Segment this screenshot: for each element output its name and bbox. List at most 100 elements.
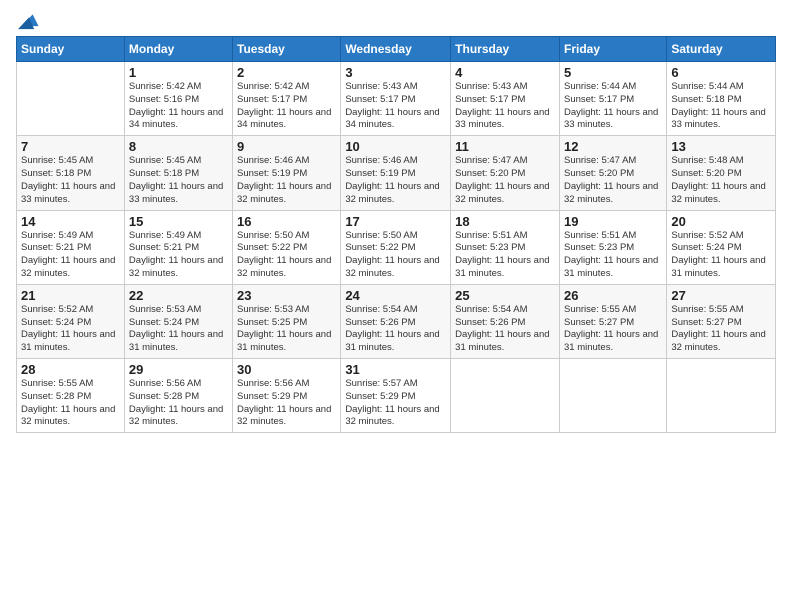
day-number: 28 — [21, 362, 120, 377]
day-info: Sunrise: 5:47 AMSunset: 5:20 PMDaylight:… — [564, 155, 662, 206]
calendar-week-row: 21Sunrise: 5:52 AMSunset: 5:24 PMDayligh… — [17, 284, 776, 358]
day-info: Sunrise: 5:49 AMSunset: 5:21 PMDaylight:… — [21, 230, 120, 281]
day-info: Sunrise: 5:47 AMSunset: 5:20 PMDaylight:… — [455, 155, 555, 206]
day-number: 29 — [129, 362, 228, 377]
day-number: 10 — [345, 139, 446, 154]
day-info: Sunrise: 5:46 AMSunset: 5:19 PMDaylight:… — [237, 155, 336, 206]
calendar-cell: 26Sunrise: 5:55 AMSunset: 5:27 PMDayligh… — [559, 284, 666, 358]
day-number: 2 — [237, 65, 336, 80]
calendar-cell: 2Sunrise: 5:42 AMSunset: 5:17 PMDaylight… — [233, 62, 341, 136]
calendar-week-row: 7Sunrise: 5:45 AMSunset: 5:18 PMDaylight… — [17, 136, 776, 210]
calendar-cell: 8Sunrise: 5:45 AMSunset: 5:18 PMDaylight… — [124, 136, 232, 210]
calendar-day-header: Saturday — [667, 37, 776, 62]
header — [16, 10, 776, 30]
calendar-cell: 12Sunrise: 5:47 AMSunset: 5:20 PMDayligh… — [559, 136, 666, 210]
day-number: 18 — [455, 214, 555, 229]
calendar-cell: 30Sunrise: 5:56 AMSunset: 5:29 PMDayligh… — [233, 359, 341, 433]
calendar-header-row: SundayMondayTuesdayWednesdayThursdayFrid… — [17, 37, 776, 62]
day-number: 17 — [345, 214, 446, 229]
day-info: Sunrise: 5:48 AMSunset: 5:20 PMDaylight:… — [671, 155, 771, 206]
calendar-cell: 21Sunrise: 5:52 AMSunset: 5:24 PMDayligh… — [17, 284, 125, 358]
day-number: 26 — [564, 288, 662, 303]
calendar-day-header: Monday — [124, 37, 232, 62]
calendar-cell: 18Sunrise: 5:51 AMSunset: 5:23 PMDayligh… — [451, 210, 560, 284]
day-info: Sunrise: 5:49 AMSunset: 5:21 PMDaylight:… — [129, 230, 228, 281]
day-number: 22 — [129, 288, 228, 303]
day-number: 30 — [237, 362, 336, 377]
day-number: 25 — [455, 288, 555, 303]
calendar-day-header: Thursday — [451, 37, 560, 62]
day-number: 3 — [345, 65, 446, 80]
day-number: 6 — [671, 65, 771, 80]
calendar-cell: 27Sunrise: 5:55 AMSunset: 5:27 PMDayligh… — [667, 284, 776, 358]
day-info: Sunrise: 5:51 AMSunset: 5:23 PMDaylight:… — [455, 230, 555, 281]
calendar-cell: 31Sunrise: 5:57 AMSunset: 5:29 PMDayligh… — [341, 359, 451, 433]
day-info: Sunrise: 5:45 AMSunset: 5:18 PMDaylight:… — [129, 155, 228, 206]
calendar-cell: 9Sunrise: 5:46 AMSunset: 5:19 PMDaylight… — [233, 136, 341, 210]
calendar-cell: 5Sunrise: 5:44 AMSunset: 5:17 PMDaylight… — [559, 62, 666, 136]
day-info: Sunrise: 5:44 AMSunset: 5:18 PMDaylight:… — [671, 81, 771, 132]
day-info: Sunrise: 5:54 AMSunset: 5:26 PMDaylight:… — [345, 304, 446, 355]
calendar-cell: 6Sunrise: 5:44 AMSunset: 5:18 PMDaylight… — [667, 62, 776, 136]
day-info: Sunrise: 5:51 AMSunset: 5:23 PMDaylight:… — [564, 230, 662, 281]
calendar-cell — [451, 359, 560, 433]
day-number: 14 — [21, 214, 120, 229]
day-info: Sunrise: 5:55 AMSunset: 5:28 PMDaylight:… — [21, 378, 120, 429]
calendar-cell: 7Sunrise: 5:45 AMSunset: 5:18 PMDaylight… — [17, 136, 125, 210]
calendar-cell — [559, 359, 666, 433]
calendar-cell: 13Sunrise: 5:48 AMSunset: 5:20 PMDayligh… — [667, 136, 776, 210]
calendar-cell: 25Sunrise: 5:54 AMSunset: 5:26 PMDayligh… — [451, 284, 560, 358]
day-number: 20 — [671, 214, 771, 229]
calendar-cell: 20Sunrise: 5:52 AMSunset: 5:24 PMDayligh… — [667, 210, 776, 284]
day-number: 19 — [564, 214, 662, 229]
day-info: Sunrise: 5:42 AMSunset: 5:17 PMDaylight:… — [237, 81, 336, 132]
calendar-cell: 17Sunrise: 5:50 AMSunset: 5:22 PMDayligh… — [341, 210, 451, 284]
day-number: 5 — [564, 65, 662, 80]
day-number: 13 — [671, 139, 771, 154]
calendar-cell: 19Sunrise: 5:51 AMSunset: 5:23 PMDayligh… — [559, 210, 666, 284]
calendar-week-row: 1Sunrise: 5:42 AMSunset: 5:16 PMDaylight… — [17, 62, 776, 136]
calendar-cell: 24Sunrise: 5:54 AMSunset: 5:26 PMDayligh… — [341, 284, 451, 358]
day-info: Sunrise: 5:55 AMSunset: 5:27 PMDaylight:… — [564, 304, 662, 355]
calendar-week-row: 14Sunrise: 5:49 AMSunset: 5:21 PMDayligh… — [17, 210, 776, 284]
day-number: 23 — [237, 288, 336, 303]
day-number: 8 — [129, 139, 228, 154]
day-info: Sunrise: 5:50 AMSunset: 5:22 PMDaylight:… — [237, 230, 336, 281]
day-number: 7 — [21, 139, 120, 154]
day-info: Sunrise: 5:54 AMSunset: 5:26 PMDaylight:… — [455, 304, 555, 355]
calendar-cell: 14Sunrise: 5:49 AMSunset: 5:21 PMDayligh… — [17, 210, 125, 284]
page: SundayMondayTuesdayWednesdayThursdayFrid… — [0, 0, 792, 612]
calendar-cell: 1Sunrise: 5:42 AMSunset: 5:16 PMDaylight… — [124, 62, 232, 136]
day-info: Sunrise: 5:45 AMSunset: 5:18 PMDaylight:… — [21, 155, 120, 206]
day-number: 12 — [564, 139, 662, 154]
day-info: Sunrise: 5:50 AMSunset: 5:22 PMDaylight:… — [345, 230, 446, 281]
day-number: 4 — [455, 65, 555, 80]
calendar-cell: 3Sunrise: 5:43 AMSunset: 5:17 PMDaylight… — [341, 62, 451, 136]
logo-icon — [18, 10, 40, 32]
calendar-cell — [667, 359, 776, 433]
day-info: Sunrise: 5:43 AMSunset: 5:17 PMDaylight:… — [455, 81, 555, 132]
calendar-cell: 11Sunrise: 5:47 AMSunset: 5:20 PMDayligh… — [451, 136, 560, 210]
day-number: 27 — [671, 288, 771, 303]
day-number: 24 — [345, 288, 446, 303]
calendar-day-header: Tuesday — [233, 37, 341, 62]
day-number: 16 — [237, 214, 336, 229]
day-info: Sunrise: 5:42 AMSunset: 5:16 PMDaylight:… — [129, 81, 228, 132]
logo — [16, 10, 40, 30]
day-info: Sunrise: 5:56 AMSunset: 5:29 PMDaylight:… — [237, 378, 336, 429]
day-info: Sunrise: 5:52 AMSunset: 5:24 PMDaylight:… — [671, 230, 771, 281]
day-number: 15 — [129, 214, 228, 229]
day-number: 1 — [129, 65, 228, 80]
day-info: Sunrise: 5:53 AMSunset: 5:24 PMDaylight:… — [129, 304, 228, 355]
day-info: Sunrise: 5:57 AMSunset: 5:29 PMDaylight:… — [345, 378, 446, 429]
calendar-cell: 15Sunrise: 5:49 AMSunset: 5:21 PMDayligh… — [124, 210, 232, 284]
day-number: 11 — [455, 139, 555, 154]
calendar-cell — [17, 62, 125, 136]
day-info: Sunrise: 5:46 AMSunset: 5:19 PMDaylight:… — [345, 155, 446, 206]
day-info: Sunrise: 5:55 AMSunset: 5:27 PMDaylight:… — [671, 304, 771, 355]
calendar-day-header: Sunday — [17, 37, 125, 62]
day-number: 9 — [237, 139, 336, 154]
day-info: Sunrise: 5:52 AMSunset: 5:24 PMDaylight:… — [21, 304, 120, 355]
calendar-week-row: 28Sunrise: 5:55 AMSunset: 5:28 PMDayligh… — [17, 359, 776, 433]
calendar-cell: 10Sunrise: 5:46 AMSunset: 5:19 PMDayligh… — [341, 136, 451, 210]
